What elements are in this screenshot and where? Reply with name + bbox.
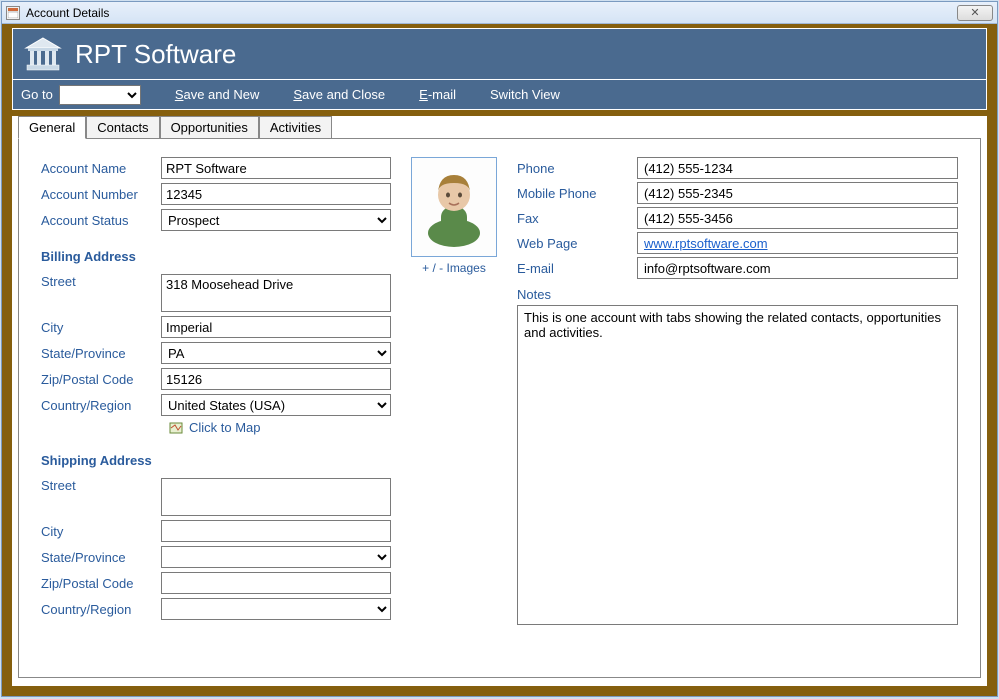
switch-view-button[interactable]: Switch View — [490, 87, 560, 102]
click-to-map-label: Click to Map — [189, 420, 261, 435]
account-name-input[interactable] — [161, 157, 391, 179]
email-input[interactable] — [637, 257, 958, 279]
notes-textarea[interactable]: This is one account with tabs showing th… — [517, 305, 958, 625]
avatar-column: + / - Images — [407, 157, 501, 628]
label-billing-city: City — [41, 320, 161, 335]
map-icon — [169, 421, 183, 435]
close-button[interactable]: ✕ — [957, 5, 993, 21]
tab-strip: General Contacts Opportunities Activitie… — [18, 116, 987, 138]
label-billing-zip: Zip/Postal Code — [41, 372, 161, 387]
label-mobile: Mobile Phone — [517, 186, 637, 201]
shipping-address-header: Shipping Address — [41, 453, 391, 468]
shipping-state-select[interactable] — [161, 546, 391, 568]
billing-country-select[interactable]: United States (USA) — [161, 394, 391, 416]
label-phone: Phone — [517, 161, 637, 176]
mobile-input[interactable] — [637, 182, 958, 204]
billing-state-select[interactable]: PA — [161, 342, 391, 364]
billing-street-input[interactable]: 318 Moosehead Drive — [161, 274, 391, 312]
email-button[interactable]: E-mail — [419, 87, 456, 102]
billing-address-header: Billing Address — [41, 249, 391, 264]
shipping-city-input[interactable] — [161, 520, 391, 542]
shipping-street-input[interactable] — [161, 478, 391, 516]
label-notes: Notes — [517, 287, 958, 302]
account-number-input[interactable] — [161, 183, 391, 205]
webpage-input[interactable] — [637, 232, 958, 254]
shipping-zip-input[interactable] — [161, 572, 391, 594]
app-window: Account Details ✕ RPT Software Go to — [1, 1, 998, 697]
save-and-new-button[interactable]: Save and New — [175, 87, 260, 102]
label-billing-state: State/Province — [41, 346, 161, 361]
tab-activities[interactable]: Activities — [259, 116, 332, 138]
label-fax: Fax — [517, 211, 637, 226]
left-column: Account Name Account Number Account Stat… — [41, 157, 391, 628]
tab-contacts[interactable]: Contacts — [86, 116, 159, 138]
titlebar: Account Details ✕ — [2, 2, 997, 24]
form-background: RPT Software Go to Save and New Save and… — [2, 24, 997, 696]
label-billing-street: Street — [41, 274, 161, 289]
tab-body-general: Account Name Account Number Account Stat… — [18, 138, 981, 678]
phone-input[interactable] — [637, 157, 958, 179]
shipping-country-select[interactable] — [161, 598, 391, 620]
fax-input[interactable] — [637, 207, 958, 229]
label-webpage: Web Page — [517, 236, 637, 251]
label-account-name: Account Name — [41, 161, 161, 176]
save-and-close-button[interactable]: Save and Close — [293, 87, 385, 102]
account-status-select[interactable]: Prospect — [161, 209, 391, 231]
label-email: E-mail — [517, 261, 637, 276]
label-billing-country: Country/Region — [41, 398, 161, 413]
billing-city-input[interactable] — [161, 316, 391, 338]
label-shipping-city: City — [41, 524, 161, 539]
bank-icon — [23, 35, 63, 73]
avatar-box[interactable] — [411, 157, 497, 257]
tab-area: General Contacts Opportunities Activitie… — [12, 116, 987, 686]
label-shipping-zip: Zip/Postal Code — [41, 576, 161, 591]
label-shipping-country: Country/Region — [41, 602, 161, 617]
goto-select[interactable] — [59, 85, 141, 105]
label-shipping-street: Street — [41, 478, 161, 493]
window-title: Account Details — [26, 6, 957, 20]
label-account-number: Account Number — [41, 187, 161, 202]
label-account-status: Account Status — [41, 213, 161, 228]
tab-general[interactable]: General — [18, 116, 86, 139]
header-title: RPT Software — [75, 39, 236, 70]
toolbar: Go to Save and New Save and Close E-mail… — [12, 80, 987, 110]
billing-zip-input[interactable] — [161, 368, 391, 390]
images-toggle-link[interactable]: + / - Images — [407, 261, 501, 275]
label-shipping-state: State/Province — [41, 550, 161, 565]
header-band: RPT Software — [12, 28, 987, 80]
form-icon — [6, 6, 20, 20]
goto-label: Go to — [21, 87, 53, 102]
person-icon — [419, 165, 489, 249]
tab-opportunities[interactable]: Opportunities — [160, 116, 259, 138]
click-to-map-link[interactable]: Click to Map — [169, 420, 391, 435]
right-column: Phone Mobile Phone Fax Web Page — [517, 157, 958, 628]
